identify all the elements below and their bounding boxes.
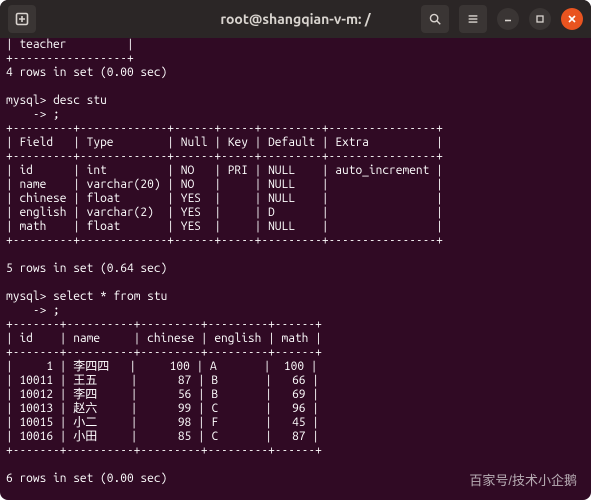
search-button[interactable]	[421, 5, 449, 33]
maximize-button[interactable]	[529, 8, 551, 30]
new-tab-button[interactable]	[8, 5, 36, 33]
cmd-desc: desc stu	[53, 94, 107, 107]
desc-summary: 5 rows in set (0.64 sec)	[6, 262, 167, 275]
prompt: mysql>	[6, 94, 46, 107]
menu-button[interactable]	[459, 5, 487, 33]
prev-row: | teacher |	[6, 38, 134, 51]
desc-table: +---------+-------------+------+-----+--…	[6, 122, 443, 247]
terminal-window: root@shangqian-v-m: /	[0, 0, 591, 500]
prev-summary: 4 rows in set (0.00 sec)	[6, 66, 167, 79]
cmd-select: select * from stu	[53, 290, 167, 303]
minimize-button[interactable]	[497, 8, 519, 30]
cont-prompt: ->	[6, 108, 53, 121]
cont-prompt: ->	[6, 304, 53, 317]
select-summary: 6 rows in set (0.00 sec)	[6, 472, 167, 485]
watermark: 百家号/技术小企鹅	[469, 474, 577, 488]
titlebar-left	[8, 5, 36, 33]
close-button[interactable]	[561, 8, 583, 30]
titlebar-right	[421, 5, 583, 33]
select-table: +-------+----------+---------+---------+…	[6, 318, 322, 457]
prompt: mysql>	[6, 290, 46, 303]
terminal-body[interactable]: | teacher | +-----------------+ 4 rows i…	[0, 38, 591, 500]
titlebar: root@shangqian-v-m: /	[0, 0, 591, 38]
prev-sep: +-----------------+	[6, 52, 134, 65]
